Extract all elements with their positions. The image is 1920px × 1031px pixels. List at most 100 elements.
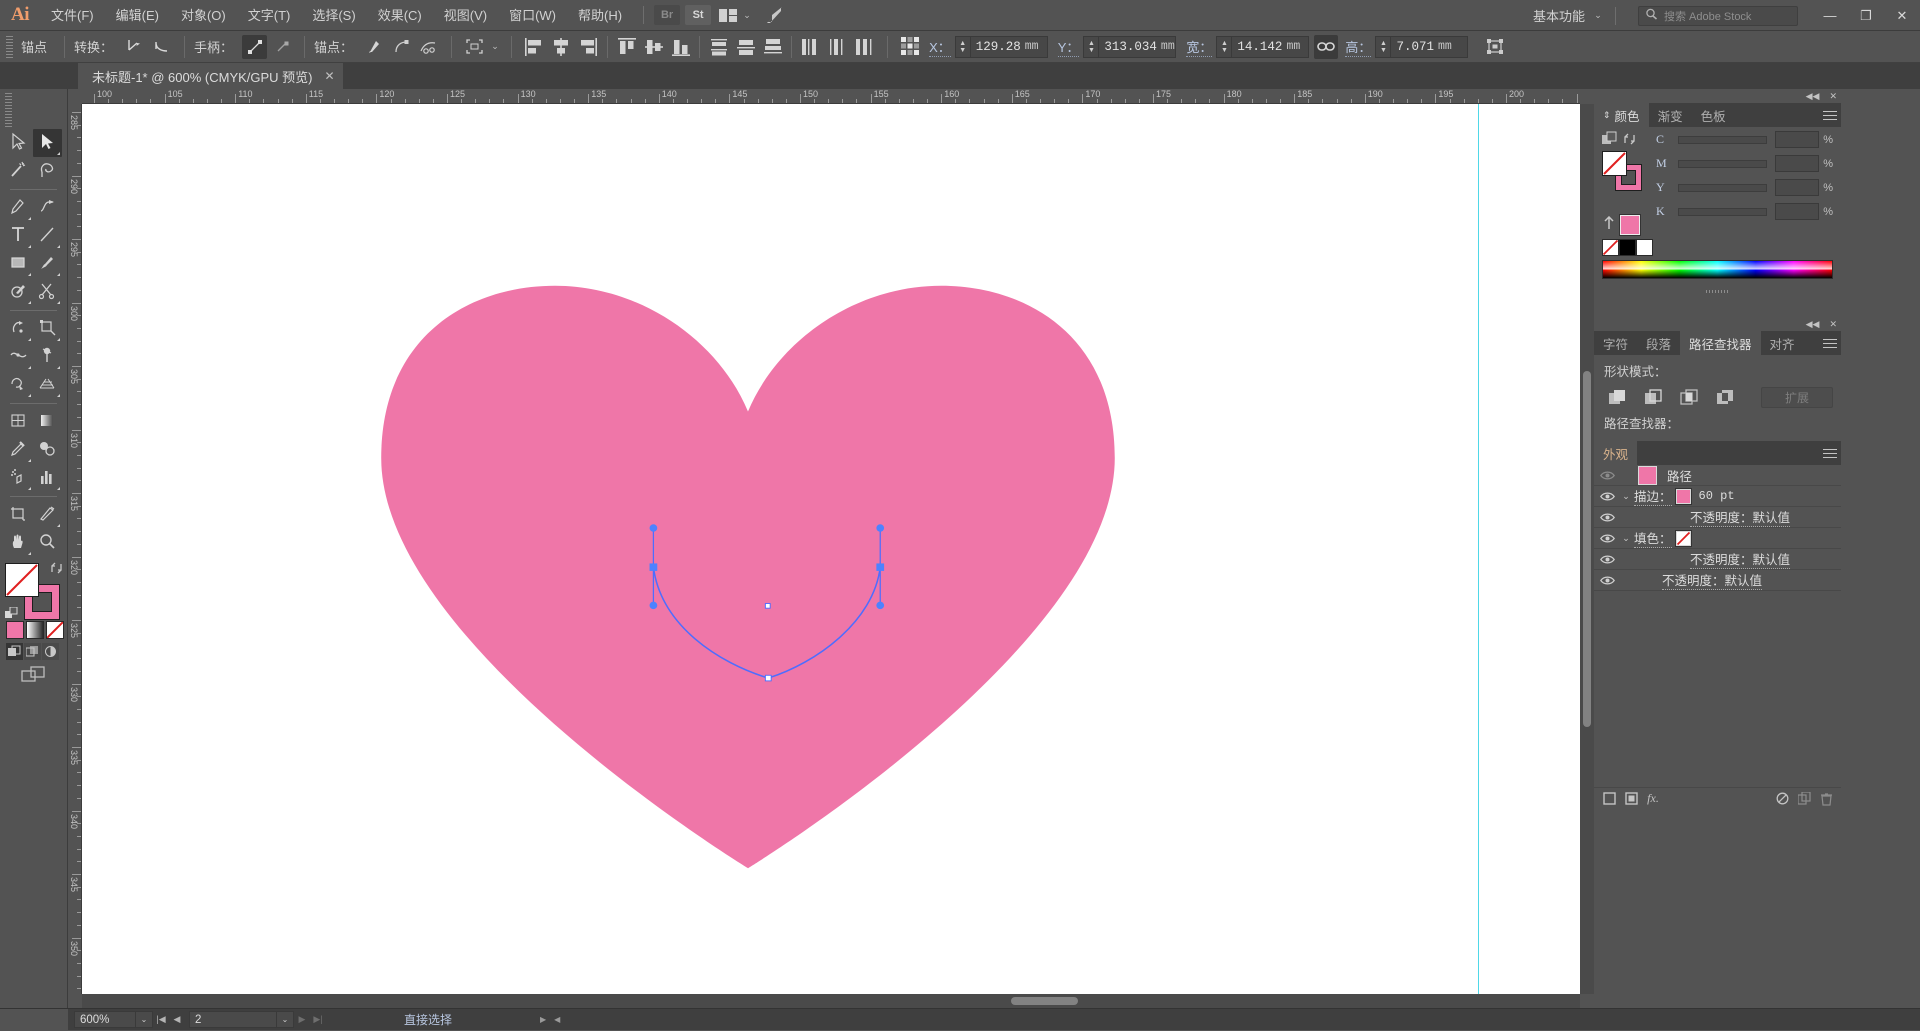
symbol-sprayer-tool[interactable] (4, 464, 33, 492)
tab-gradient[interactable]: 渐变 (1649, 103, 1692, 127)
appearance-row-label[interactable]: 不透明度：默认值 (1690, 549, 1790, 569)
tab-paragraph[interactable]: 段落 (1637, 331, 1680, 355)
menu-item-4[interactable]: 选择(S) (301, 0, 366, 31)
vertical-scrollbar[interactable] (1580, 104, 1594, 994)
distribute-vertical-center-icon[interactable] (733, 35, 758, 59)
align-horizontal-center-icon[interactable] (549, 35, 574, 59)
control-bar-grip[interactable] (6, 36, 13, 58)
add-new-fill-icon[interactable] (1620, 789, 1642, 809)
mesh-tool[interactable] (4, 408, 33, 436)
slider-input-m[interactable] (1775, 155, 1819, 172)
appearance-row-label[interactable]: 不透明度：默认值 (1662, 570, 1762, 590)
appearance-stroke-opacity-row[interactable]: 不透明度：默认值 (1594, 507, 1841, 528)
direct-selection-tool[interactable] (33, 129, 62, 157)
appearance-path-row[interactable]: 路径 (1594, 465, 1841, 486)
h-input[interactable]: 7.071 mm (1390, 36, 1468, 58)
stock-button[interactable]: St (685, 5, 711, 25)
zoom-level-input[interactable]: 600% (74, 1011, 136, 1028)
status-expand-icon[interactable]: ▶ (540, 1015, 546, 1024)
w-input[interactable]: 14.142 mm (1231, 36, 1309, 58)
appearance-fill-row[interactable]: ⌄填色： (1594, 528, 1841, 549)
shape-builder-tool[interactable] (4, 371, 33, 399)
connect-anchors-icon[interactable] (389, 35, 414, 59)
menu-item-2[interactable]: 对象(O) (170, 0, 237, 31)
constrain-bounding-box-icon[interactable] (1482, 35, 1507, 59)
slider-input-y[interactable] (1775, 179, 1819, 196)
rectangle-tool[interactable] (4, 250, 33, 278)
width-tool[interactable] (4, 343, 33, 371)
appearance-fill-opacity-row[interactable]: 不透明度：默认值 (1594, 549, 1841, 570)
menu-item-3[interactable]: 文字(T) (237, 0, 302, 31)
slider-track-y[interactable] (1678, 184, 1767, 192)
column-graph-tool[interactable] (33, 464, 62, 492)
isolate-selected-icon[interactable] (462, 35, 487, 59)
default-fill-stroke-icon[interactable] (5, 607, 19, 621)
selection-tool[interactable] (4, 129, 33, 157)
panel-menu-icon[interactable] (1823, 446, 1837, 460)
apply-to-stroke-icon[interactable] (1602, 216, 1616, 234)
visibility-eye-icon[interactable] (1596, 512, 1618, 523)
add-new-stroke-icon[interactable] (1598, 789, 1620, 809)
first-artboard-button[interactable]: |◀ (153, 1014, 169, 1025)
convert-to-corner-icon[interactable] (122, 35, 147, 59)
isolate-chevron-down-icon[interactable]: ⌄ (488, 41, 502, 52)
change-screen-mode-button[interactable] (0, 666, 67, 684)
artboard-tool[interactable] (4, 501, 33, 529)
fill-none-swatch[interactable] (1676, 531, 1691, 546)
shaper-tool[interactable] (4, 278, 33, 306)
color-swatch-button[interactable] (6, 621, 24, 639)
scale-tool[interactable] (33, 315, 62, 343)
type-tool[interactable] (4, 222, 33, 250)
free-transform-tool[interactable] (33, 343, 62, 371)
fill-swatch[interactable] (1602, 151, 1627, 176)
close-button[interactable]: ✕ (1884, 0, 1920, 31)
arrange-chevron-down-icon[interactable]: ⌄ (740, 10, 754, 21)
panel-menu-icon[interactable] (1823, 336, 1837, 350)
zoom-tool[interactable] (33, 529, 62, 557)
chevron-down-icon[interactable]: ⌄ (1618, 491, 1634, 502)
add-new-effect-icon[interactable]: fx. (1642, 789, 1664, 809)
visibility-eye-icon[interactable] (1596, 470, 1618, 481)
paintbrush-tool[interactable] (33, 250, 62, 278)
intersect-icon[interactable] (1674, 385, 1704, 409)
home-sail-icon[interactable] (762, 4, 786, 26)
close-icon[interactable]: ✕ (1829, 319, 1837, 330)
visibility-eye-icon[interactable] (1596, 575, 1618, 586)
magic-wand-tool[interactable] (4, 157, 33, 185)
show-handles-icon[interactable] (242, 35, 267, 59)
current-color-swatch[interactable] (1620, 215, 1640, 235)
stroke-color-swatch[interactable] (1676, 489, 1691, 504)
slider-input-c[interactable] (1775, 131, 1819, 148)
minus-front-icon[interactable] (1638, 385, 1668, 409)
visibility-eye-icon[interactable] (1596, 533, 1618, 544)
horizontal-scrollbar[interactable] (82, 994, 1580, 1008)
remove-anchor-icon[interactable] (362, 35, 387, 59)
exclude-icon[interactable] (1710, 385, 1740, 409)
white-swatch[interactable] (1636, 239, 1653, 256)
appearance-object-opacity-row[interactable]: 不透明度：默认值 (1594, 570, 1841, 591)
workspace-switcher[interactable]: 基本功能 (1521, 6, 1591, 25)
distribute-bottom-icon[interactable] (760, 35, 785, 59)
swap-fill-stroke-icon[interactable] (50, 561, 64, 575)
perspective-grid-tool[interactable] (33, 371, 62, 399)
y-input[interactable]: 313.034 mm (1098, 36, 1176, 58)
horizontal-ruler[interactable]: 1001051101151201251301351401451501551601… (82, 89, 1580, 104)
vertical-guide[interactable] (1478, 104, 1479, 994)
stock-search-input[interactable]: 搜索 Adobe Stock (1638, 6, 1798, 26)
artboard-number-input[interactable]: 2 (189, 1011, 277, 1028)
appearance-row-label[interactable]: 路径 (1667, 466, 1692, 485)
tools-panel-grip[interactable] (5, 93, 12, 127)
duplicate-item-icon[interactable] (1793, 789, 1815, 809)
align-right-icon[interactable] (576, 35, 601, 59)
menu-item-5[interactable]: 效果(C) (367, 0, 433, 31)
none-swatch-button[interactable] (46, 621, 64, 639)
tab-align[interactable]: 对齐 (1761, 331, 1804, 355)
distribute-top-icon[interactable] (706, 35, 731, 59)
black-swatch[interactable] (1619, 239, 1636, 256)
previous-artboard-button[interactable]: ◀ (169, 1014, 185, 1025)
stroke-weight-value[interactable]: 60 pt (1699, 489, 1735, 503)
distribute-right-icon[interactable] (852, 35, 877, 59)
collapse-icon[interactable]: ◀◀ (1806, 319, 1820, 330)
y-stepper[interactable]: ▲▼ (1083, 36, 1098, 58)
menu-item-8[interactable]: 帮助(H) (567, 0, 633, 31)
